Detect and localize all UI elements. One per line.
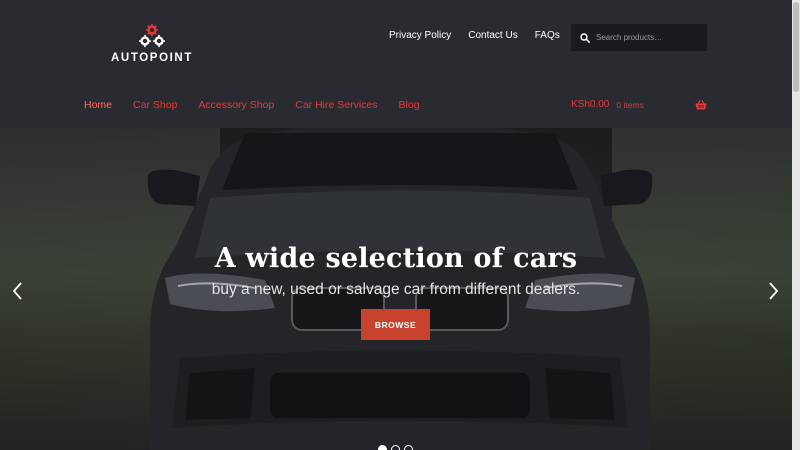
scrollbar-thumb[interactable]: [793, 2, 799, 92]
basket-icon: [695, 99, 707, 109]
nav-car-hire-services[interactable]: Car Hire Services: [295, 99, 377, 111]
nav-blog[interactable]: Blog: [399, 99, 420, 111]
nav-home[interactable]: Home: [84, 99, 112, 111]
page-scrollbar[interactable]: [792, 0, 800, 450]
nav-accessory-shop[interactable]: Accessory Shop: [198, 99, 274, 111]
link-contact-us[interactable]: Contact Us: [468, 30, 517, 41]
search-icon: [580, 32, 590, 43]
slider-dot-2[interactable]: [391, 445, 400, 450]
top-links: Privacy Policy Contact Us FAQs: [389, 30, 577, 41]
site-logo[interactable]: AUTOPOINT: [110, 24, 194, 70]
logo-text: AUTOPOINT: [111, 52, 193, 64]
cart-amount: KSh0.00: [571, 99, 610, 110]
hero-title: A wide selection of cars: [214, 243, 578, 274]
slider-dot-1[interactable]: [378, 445, 387, 450]
search-input[interactable]: [596, 33, 704, 42]
main-nav: Home Car Shop Accessory Shop Car Hire Se…: [84, 99, 441, 111]
nav-car-shop[interactable]: Car Shop: [133, 99, 177, 111]
link-privacy-policy[interactable]: Privacy Policy: [389, 30, 451, 41]
cart-link[interactable]: KSh0.00 0 items: [571, 99, 707, 110]
site-header: AUTOPOINT Privacy Policy Contact Us FAQs…: [0, 0, 792, 128]
link-faqs[interactable]: FAQs: [535, 30, 560, 41]
slider-dots: [378, 445, 413, 450]
search-box: [571, 24, 707, 51]
gears-icon: [138, 24, 166, 48]
hero-subtitle: buy a new, used or salvage car from diff…: [211, 281, 581, 298]
cart-item-count: 0 items: [616, 99, 644, 110]
browse-button[interactable]: BROWSE: [361, 309, 430, 340]
slider-dot-3[interactable]: [404, 445, 413, 450]
